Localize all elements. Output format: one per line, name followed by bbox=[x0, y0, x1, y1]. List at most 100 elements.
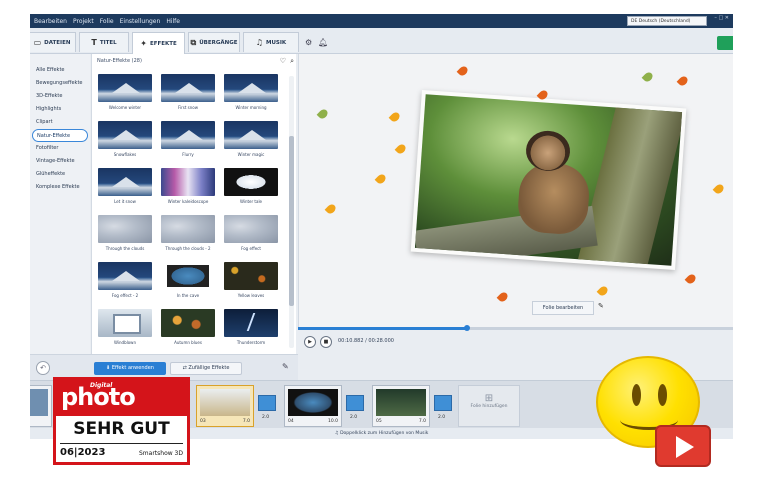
effect-category-list: Alle Effekte Bewegungseffekte 3D-Effekte Hi… bbox=[30, 54, 90, 354]
search-icon[interactable]: ⌕ bbox=[290, 57, 294, 65]
category-item[interactable]: Glüheffekte bbox=[30, 168, 90, 181]
apply-effect-label: Effekt anwenden bbox=[111, 365, 154, 371]
menu-folie[interactable]: Folie bbox=[100, 18, 114, 25]
effect-tile[interactable]: Snowflakes bbox=[98, 121, 152, 157]
scrollbar-thumb[interactable] bbox=[289, 136, 294, 306]
effect-tile[interactable]: Winter kaleidoscope bbox=[161, 168, 215, 204]
badge-product: Smartshow 3D bbox=[138, 450, 183, 457]
effect-label: Winter magic bbox=[237, 152, 265, 157]
badge-divider bbox=[60, 443, 183, 444]
menu-bearbeiten[interactable]: Bearbeiten bbox=[34, 18, 67, 25]
effect-thumbnail bbox=[98, 168, 152, 196]
effect-label: Through the clouds - 2 bbox=[165, 246, 211, 251]
effect-thumbnail bbox=[98, 74, 152, 102]
effect-tile[interactable]: Fog effect - 2 bbox=[98, 262, 152, 298]
monkey-body bbox=[516, 161, 592, 236]
tab-musik[interactable]: ♫ MUSIK bbox=[243, 32, 299, 52]
clip-duration: 7.0 bbox=[242, 419, 250, 424]
tab-titel[interactable]: T TITEL bbox=[79, 32, 129, 52]
music-hint-label: Doppelklick zum Hinzufügen von Musik bbox=[340, 431, 429, 436]
language-select[interactable]: DE Deutsch (Deutschland) bbox=[627, 16, 707, 26]
add-slide-button[interactable]: ⊞ Folie hinzufügen bbox=[458, 385, 520, 427]
clip-thumbnail bbox=[200, 389, 250, 416]
timeline-clip[interactable]: 04 10.0 bbox=[284, 385, 342, 427]
effect-label: Flurry bbox=[182, 152, 194, 157]
category-item[interactable]: Natur-Effekte bbox=[32, 129, 88, 142]
apply-effect-button[interactable]: ⬇ Effekt anwenden bbox=[94, 362, 166, 375]
effect-tile[interactable]: Through the clouds - 2 bbox=[161, 215, 215, 251]
publish-button[interactable] bbox=[717, 36, 733, 50]
effect-tile[interactable]: Welcome winter bbox=[98, 74, 152, 110]
category-item[interactable]: Komplexe Effekte bbox=[30, 181, 90, 194]
menu-hilfe[interactable]: Hilfe bbox=[166, 18, 180, 25]
test-award-badge: photo Digital SEHR GUT 06|2023 Smartshow… bbox=[53, 377, 190, 465]
leaf bbox=[388, 110, 402, 124]
tab-effekte[interactable]: ✦ EFFEKTE bbox=[132, 32, 185, 54]
menu-projekt[interactable]: Projekt bbox=[73, 18, 94, 25]
text-icon: T bbox=[91, 38, 97, 47]
effect-thumbnail bbox=[161, 262, 215, 290]
timeline-clip-partial[interactable] bbox=[30, 385, 52, 427]
tab-effekte-label: EFFEKTE bbox=[149, 40, 177, 47]
effect-tile[interactable]: Thunderstorm bbox=[224, 309, 278, 345]
clip-duration: 10.0 bbox=[327, 419, 338, 424]
clip-number: 05 bbox=[376, 419, 382, 424]
transition-tile[interactable] bbox=[346, 395, 364, 411]
effect-tile[interactable]: Winter morning bbox=[224, 74, 278, 110]
effect-tile[interactable]: Winter magic bbox=[224, 121, 278, 157]
effect-label: Through the clouds bbox=[105, 246, 145, 251]
category-item[interactable]: Highlights bbox=[30, 103, 90, 116]
scrollbar[interactable] bbox=[289, 76, 294, 348]
effect-tile[interactable]: Through the clouds bbox=[98, 215, 152, 251]
effect-tile[interactable]: Winter tale bbox=[224, 168, 278, 204]
effect-tile[interactable]: Windblown bbox=[98, 309, 152, 345]
effect-tile[interactable]: Yellow leaves bbox=[224, 262, 278, 298]
effect-label: Winter tale bbox=[239, 199, 263, 204]
effect-thumbnail bbox=[224, 309, 278, 337]
category-item[interactable]: Clipart bbox=[30, 116, 90, 129]
leaf bbox=[496, 290, 510, 304]
progress-fill bbox=[298, 327, 468, 330]
transition-tile[interactable] bbox=[434, 395, 452, 411]
transition-tile[interactable] bbox=[258, 395, 276, 411]
effect-label: Autumn blues bbox=[174, 340, 202, 345]
effect-tile[interactable]: Flurry bbox=[161, 121, 215, 157]
effect-label: Winter kaleidoscope bbox=[167, 199, 209, 204]
timeline-clip[interactable]: 05 7.0 bbox=[372, 385, 430, 427]
undo-button[interactable]: ↶ bbox=[36, 361, 50, 375]
effect-tile[interactable]: In the cave bbox=[161, 262, 215, 298]
category-item[interactable]: Fotofilter bbox=[30, 142, 90, 155]
tab-uebergaenge[interactable]: ⧉ ÜBERGÄNGE bbox=[188, 32, 240, 52]
category-item[interactable]: Vintage-Effekte bbox=[30, 155, 90, 168]
effect-tile[interactable]: Autumn blues bbox=[161, 309, 215, 345]
wand-icon[interactable]: ✎ bbox=[282, 362, 289, 371]
effect-thumbnail bbox=[161, 168, 215, 196]
video-play-icon[interactable] bbox=[655, 425, 711, 467]
play-button[interactable]: ▶ bbox=[304, 336, 316, 348]
random-effects-button[interactable]: ⇄ Zufällige Effekte bbox=[170, 362, 242, 375]
photo-frame bbox=[410, 89, 687, 271]
window-controls[interactable]: – □ ✕ bbox=[714, 15, 729, 21]
pencil-icon[interactable]: ✎ bbox=[598, 302, 604, 310]
effect-thumbnail bbox=[224, 215, 278, 243]
effect-tile[interactable]: Let it snow bbox=[98, 168, 152, 204]
leaf bbox=[394, 142, 408, 156]
effect-tile[interactable]: First snow bbox=[161, 74, 215, 110]
music-note-icon: ♫ bbox=[255, 38, 263, 47]
leaf bbox=[456, 64, 470, 78]
gear-icon[interactable]: ⚙ bbox=[305, 38, 312, 47]
category-item[interactable]: Alle Effekte bbox=[30, 64, 90, 77]
category-item[interactable]: Bewegungseffekte bbox=[30, 77, 90, 90]
category-item[interactable]: 3D-Effekte bbox=[30, 90, 90, 103]
tab-dateien[interactable]: ▭ DATEIEN bbox=[30, 32, 76, 52]
bell-icon[interactable]: 🔔︎ bbox=[318, 38, 328, 47]
edit-slide-button[interactable]: Folie bearbeiten bbox=[532, 301, 594, 315]
progress-track[interactable] bbox=[298, 325, 733, 331]
effect-label: Fog effect - 2 bbox=[111, 293, 139, 298]
effect-tile[interactable]: Fog effect bbox=[224, 215, 278, 251]
timeline-clip-selected[interactable]: 03 7.0 bbox=[196, 385, 254, 427]
menu-einstellungen[interactable]: Einstellungen bbox=[120, 18, 161, 25]
progress-knob[interactable] bbox=[464, 325, 471, 331]
stop-button[interactable]: ■ bbox=[320, 336, 332, 348]
heart-icon[interactable]: ♡ bbox=[280, 57, 286, 65]
